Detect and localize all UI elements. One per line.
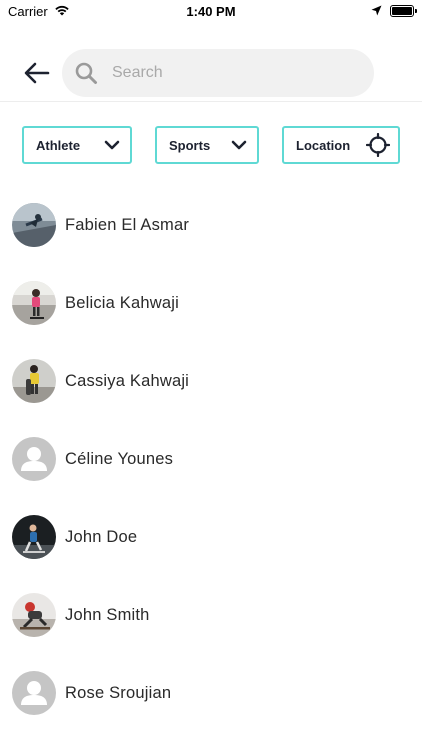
back-button[interactable] [20, 56, 54, 90]
photo-skater-yellow-avatar [12, 359, 56, 403]
list-item[interactable]: Rose Sroujian [0, 654, 422, 732]
photo-snowboard-avatar [12, 203, 56, 247]
athlete-filter-button[interactable]: Athlete [22, 126, 132, 164]
status-left: Carrier [8, 4, 70, 19]
photo-skater-dark-avatar [12, 515, 56, 559]
list-item[interactable]: Fabien El Asmar [0, 186, 422, 264]
avatar [12, 359, 56, 403]
status-right [371, 4, 417, 19]
search-icon [74, 61, 98, 85]
back-arrow-icon [24, 62, 50, 83]
location-filter-button[interactable]: Location [282, 126, 400, 164]
wifi-icon [54, 4, 70, 19]
athlete-filter-label: Athlete [36, 137, 81, 153]
sports-filter-label: Sports [169, 137, 211, 153]
list-item[interactable]: John Doe [0, 498, 422, 576]
list-item[interactable]: Céline Younes [0, 420, 422, 498]
person-name: Rose Sroujian [65, 683, 172, 702]
avatar [12, 671, 56, 715]
status-bar: Carrier 1:40 PM [0, 0, 422, 22]
crosshair-icon [366, 133, 390, 157]
person-name: John Smith [65, 605, 150, 624]
person-name: John Doe [65, 527, 138, 546]
avatar [12, 281, 56, 325]
avatar [12, 437, 56, 481]
chevron-down-icon [231, 140, 247, 150]
avatar [12, 203, 56, 247]
battery-icon [390, 5, 417, 17]
user-placeholder-icon [21, 681, 47, 705]
search-header [0, 44, 422, 102]
sports-filter-button[interactable]: Sports [155, 126, 259, 164]
list-item[interactable]: Belicia Kahwaji [0, 264, 422, 342]
person-name: Cassiya Kahwaji [65, 371, 190, 390]
avatar [12, 515, 56, 559]
search-input[interactable] [112, 63, 332, 82]
user-placeholder-icon [21, 447, 47, 471]
photo-skater-pink-avatar [12, 281, 56, 325]
photo-skater-red-helmet-avatar [12, 593, 56, 637]
chevron-down-icon [104, 140, 120, 150]
person-name: Belicia Kahwaji [65, 293, 179, 312]
filter-bar: Athlete Sports Location [22, 126, 400, 164]
person-name: Céline Younes [65, 449, 174, 468]
person-name: Fabien El Asmar [65, 215, 190, 234]
location-filter-label: Location [296, 137, 351, 153]
people-list: Fabien El Asmar Belicia Kahwaji Cassiya … [0, 186, 422, 732]
list-item[interactable]: Cassiya Kahwaji [0, 342, 422, 420]
search-box[interactable] [62, 48, 374, 97]
carrier-label: Carrier [8, 3, 48, 19]
list-item[interactable]: John Smith [0, 576, 422, 654]
location-arrow-icon [371, 4, 382, 19]
avatar [12, 593, 56, 637]
